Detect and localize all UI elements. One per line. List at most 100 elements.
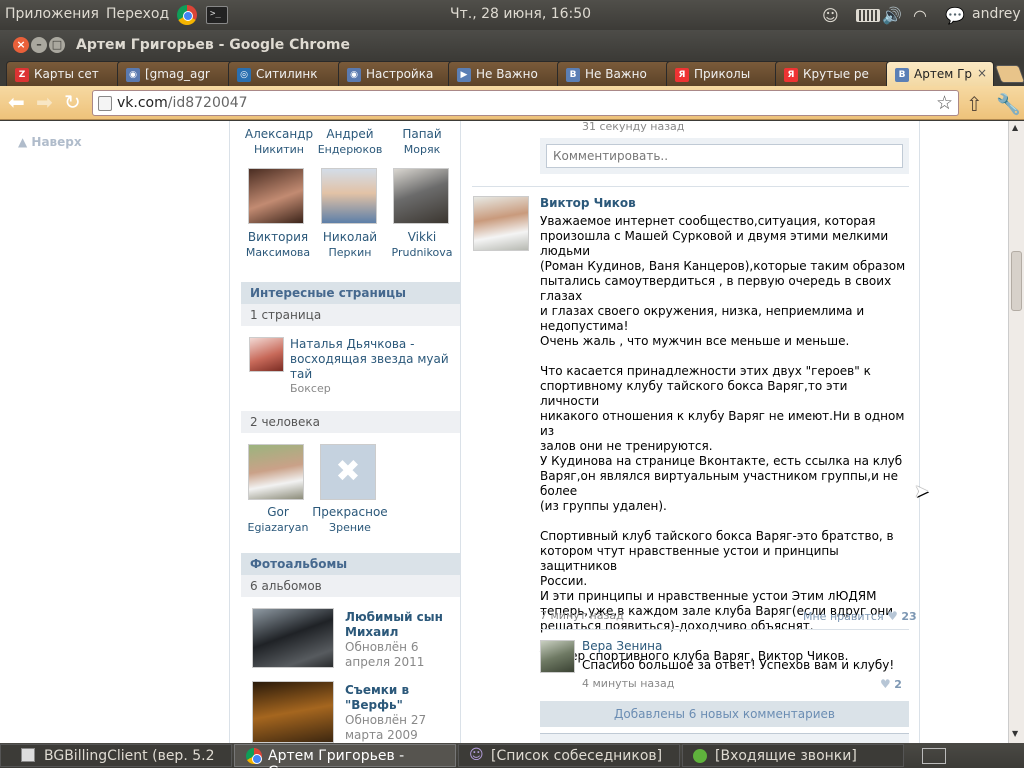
reload-icon[interactable]: ↻ (64, 92, 81, 112)
friend-link[interactable]: Папай Моряк (382, 127, 462, 157)
friend-avatar[interactable] (321, 168, 377, 224)
tab-3[interactable]: ◎ Ситилинк (228, 61, 344, 86)
maximize-icon[interactable]: □ (49, 37, 65, 53)
tab-favicon-icon: Я (675, 68, 689, 82)
workspace-switcher[interactable] (922, 748, 946, 764)
tab-8[interactable]: Я Крутые ре (775, 61, 891, 86)
friend-avatar[interactable] (393, 168, 449, 224)
albums-count[interactable]: 6 альбомов (241, 575, 460, 597)
reply-divider (540, 629, 909, 630)
tab-4[interactable]: ◉ Настройка (338, 61, 454, 86)
close-icon[interactable]: × (13, 37, 29, 53)
chrome-launcher-icon[interactable] (177, 5, 197, 25)
new-comments-button[interactable]: Добавлены 6 новых комментариев (540, 701, 909, 727)
prev-comment-time: 31 секунду назад (582, 121, 685, 133)
friend-link[interactable]: Николай Перкин (310, 230, 390, 260)
user-name[interactable]: andrey (972, 6, 1021, 22)
post-time[interactable]: 7 минут назад (540, 609, 624, 622)
forward-arrow-icon[interactable]: ➡ (36, 92, 53, 112)
minimize-icon[interactable]: – (31, 37, 47, 53)
chrome-icon (246, 748, 262, 764)
tab-5[interactable]: ▶ Не Важно (448, 61, 564, 86)
window-titlebar[interactable]: × – □ Артем Григорьев - Google Chrome (0, 30, 1024, 59)
post-author-avatar[interactable] (473, 196, 529, 251)
reply-author-link[interactable]: Вера Зенина (582, 639, 662, 653)
status-dot-icon (693, 749, 707, 763)
upload-icon[interactable]: ⇧ (966, 92, 983, 116)
url-text[interactable]: vk.com/id8720047 (117, 95, 248, 111)
tab-favicon-icon: ◎ (237, 68, 251, 82)
tab-favicon-icon: В (566, 68, 580, 82)
terminal-launcher-icon[interactable]: >_ (206, 6, 228, 24)
app-window-icon (21, 748, 35, 762)
scroll-up-icon[interactable]: ▲ (1012, 123, 1018, 132)
tab-favicon-icon: Я (784, 68, 798, 82)
places-menu[interactable]: Переход (106, 6, 169, 22)
heart-icon: ♥ (880, 677, 891, 691)
network-icon[interactable]: ◠ (913, 6, 927, 25)
tab-favicon-icon: ▶ (457, 68, 471, 82)
like-button[interactable]: Мне нравится ♥ 23 (803, 609, 917, 623)
taskbar-item[interactable]: ☺ [Список собеседников] (458, 744, 680, 767)
friend-link[interactable]: Андрей Ендерюков (310, 127, 390, 157)
interesting-page-link[interactable]: Наталья Дьячкова - восходящая звезда муа… (290, 337, 450, 382)
tab-9-active[interactable]: В Артем Гри × (886, 61, 994, 86)
window-title: Артем Григорьев - Google Chrome (76, 37, 351, 53)
taskbar-item[interactable]: BGBillingClient (вер. 5.2 ... (0, 744, 232, 768)
albums-header[interactable]: Фотоальбомы (241, 553, 460, 575)
comment-box-bg (540, 733, 909, 743)
tab-close-icon[interactable]: × (977, 66, 987, 80)
person-link[interactable]: Gor Egiazaryan (238, 505, 318, 535)
person-avatar[interactable] (248, 444, 304, 500)
volume-icon[interactable]: 🔊 (882, 6, 902, 25)
reply-time[interactable]: 4 минуты назад (582, 677, 674, 690)
messaging-icon[interactable]: 💬 (945, 6, 965, 25)
applications-menu[interactable]: Приложения (5, 6, 99, 22)
address-bar[interactable]: vk.com/id8720047 ☆ (92, 90, 959, 116)
tab-label: Артем Гри (914, 67, 972, 81)
friend-link[interactable]: Vikki Prudnikova (382, 230, 462, 260)
tab-1[interactable]: Z Карты сет (6, 61, 122, 86)
comment-input[interactable]: Комментировать.. (546, 144, 903, 168)
tab-favicon-icon: В (895, 68, 909, 82)
album-cover[interactable] (252, 608, 334, 668)
tab-favicon-icon: ◉ (126, 68, 140, 82)
back-to-top-link[interactable]: ▲ Наверх (18, 135, 82, 149)
interesting-pages-count[interactable]: 1 страница (241, 304, 460, 326)
wrench-icon[interactable]: 🔧 (996, 92, 1021, 116)
bookmark-star-icon[interactable]: ☆ (936, 92, 953, 114)
post-author-link[interactable]: Виктор Чиков (540, 196, 636, 210)
page-scrollbar[interactable]: ▲ ▼ (1008, 121, 1024, 743)
reply-like-button[interactable]: ♥ 2 (880, 677, 902, 691)
tab-label: Приколы (694, 67, 751, 81)
column-border (919, 121, 920, 743)
column-border (460, 121, 461, 743)
tab-6[interactable]: В Не Важно (557, 61, 673, 86)
clock[interactable]: Чт., 28 июня, 16:50 (450, 6, 591, 22)
scrollbar-thumb[interactable] (1011, 251, 1022, 311)
back-arrow-icon[interactable]: ⬅ (8, 92, 25, 112)
album-title[interactable]: Любимый сын Михаил (345, 610, 455, 640)
people-count[interactable]: 2 человека (241, 411, 460, 433)
post-text: Уважаемое интернет сообщество,ситуация, … (540, 214, 906, 663)
tab-2[interactable]: ◉ [gmag_agr (117, 61, 233, 86)
pidgin-icon[interactable]: ☺ (822, 6, 839, 25)
person-link[interactable]: Прекрасное Зрение (310, 505, 390, 535)
taskbar-item-active[interactable]: Артем Григорьев - Goog... (234, 744, 456, 768)
new-tab-button[interactable] (994, 65, 1024, 83)
album-cover[interactable] (252, 681, 334, 743)
tab-7[interactable]: Я Приколы (666, 61, 782, 86)
page-avatar[interactable] (249, 337, 284, 372)
reply-author-avatar[interactable] (540, 640, 575, 673)
keyboard-icon[interactable] (856, 9, 880, 22)
taskbar-item[interactable]: [Входящие звонки] (682, 744, 904, 767)
friend-link[interactable]: Виктория Максимова (238, 230, 318, 260)
friend-link[interactable]: Александр Никитин (239, 127, 319, 157)
scroll-down-icon[interactable]: ▼ (1012, 729, 1018, 738)
friend-avatar[interactable] (248, 168, 304, 224)
taskbar-item-label: BGBillingClient (вер. 5.2 ... (44, 748, 215, 768)
vk-dog-avatar-icon[interactable]: ✖ (320, 444, 376, 500)
album-title[interactable]: Съемки в "Верфь" (345, 683, 455, 713)
interesting-pages-header[interactable]: Интересные страницы (241, 282, 460, 304)
tab-favicon-icon: Z (15, 68, 29, 82)
